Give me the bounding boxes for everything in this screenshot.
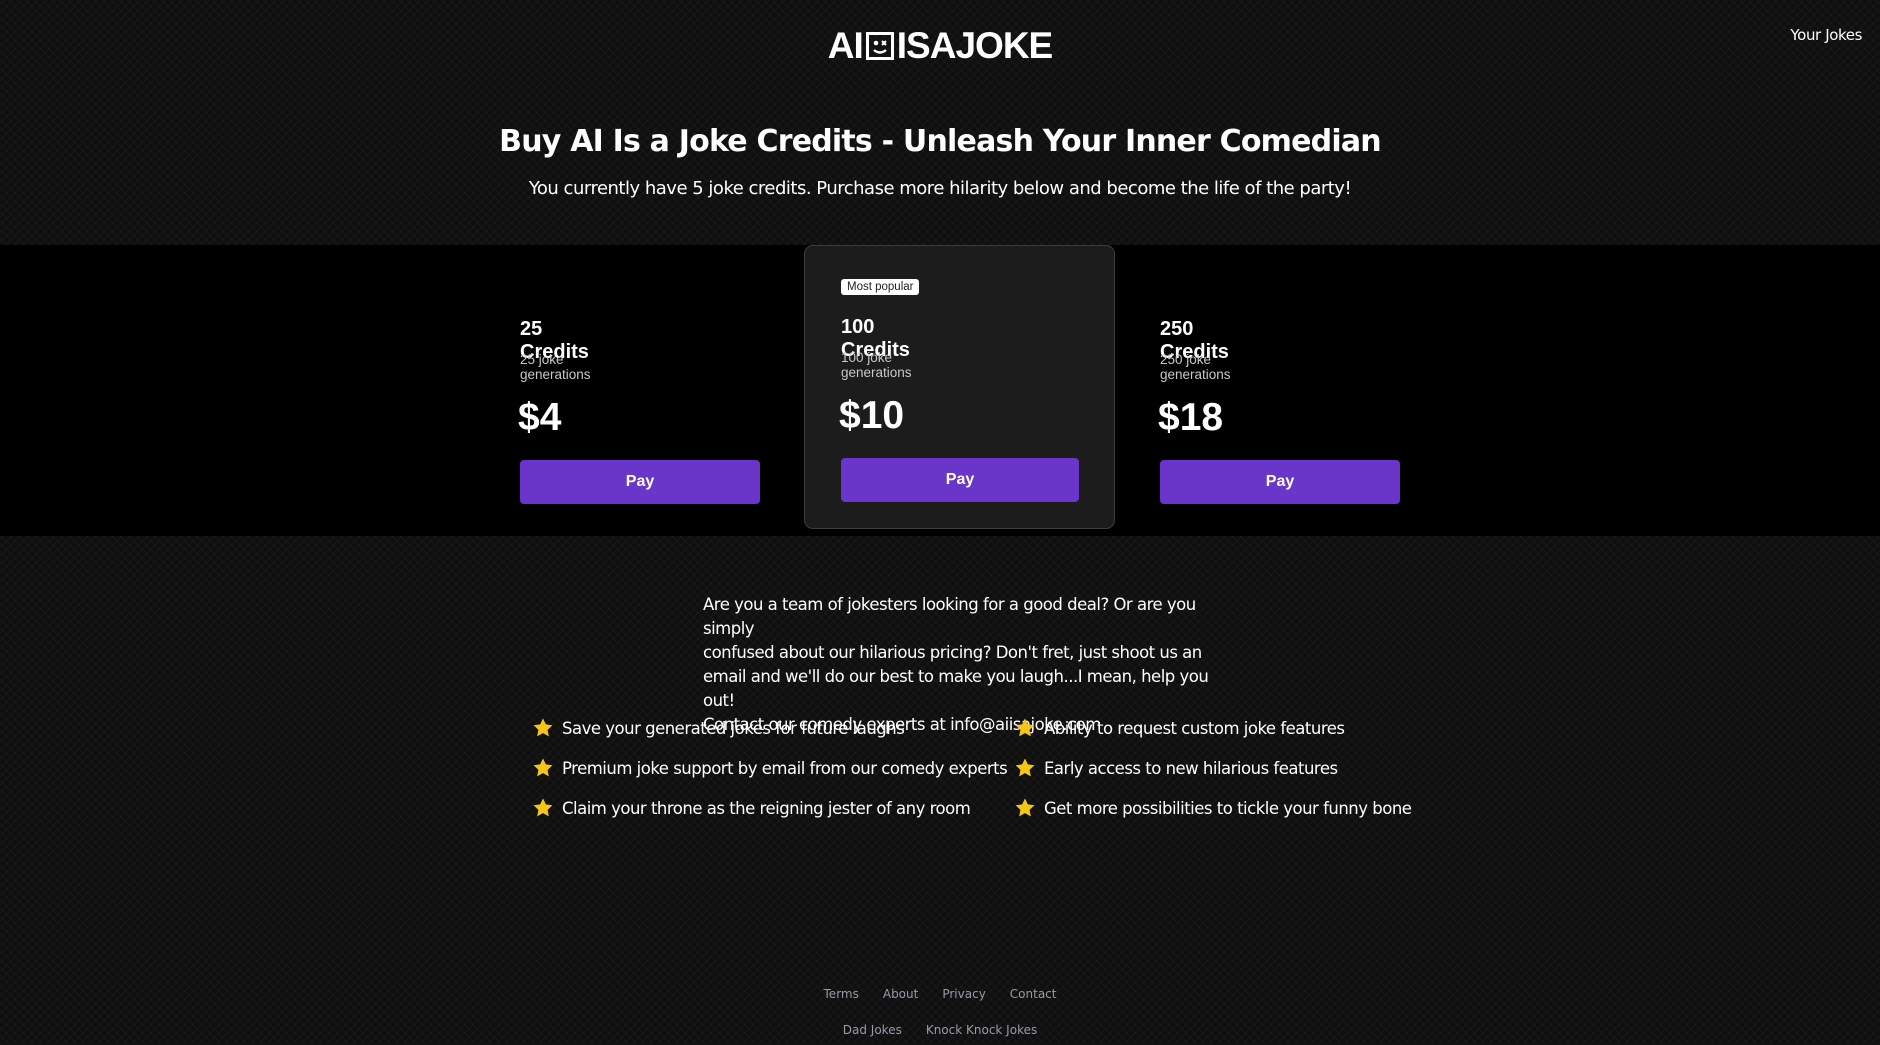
feature-text: Claim your throne as the reigning jester… <box>562 798 971 818</box>
feature-item: Claim your throne as the reigning jester… <box>532 788 1007 828</box>
logo-text-ai: AI <box>827 25 864 66</box>
feature-text: Premium joke support by email from our c… <box>562 758 1008 778</box>
feature-text: Ability to request custom joke features <box>1044 718 1345 738</box>
feature-item: Save your generated jokes for future lau… <box>532 708 1007 748</box>
plan-card-100: Most popular 100 Credits 100 joke genera… <box>804 245 1115 529</box>
plan-description: 250 joke generations <box>1160 352 1231 382</box>
feature-item: Premium joke support by email from our c… <box>532 748 1008 788</box>
feature-text: Early access to new hilarious features <box>1044 758 1338 778</box>
star-icon <box>1015 758 1035 777</box>
nav-your-jokes[interactable]: Your Jokes <box>1790 26 1862 44</box>
footer-link-contact[interactable]: Contact <box>1010 987 1057 1001</box>
features-right-column: Ability to request custom joke features … <box>1014 708 1412 828</box>
plan-price: $4 <box>518 396 562 439</box>
footer-link-terms[interactable]: Terms <box>824 987 859 1001</box>
star-icon <box>1015 798 1035 817</box>
site-logo[interactable]: AI ISAJOKE <box>0 25 1880 66</box>
contact-line: email and we'll do our best to make you … <box>703 667 1209 710</box>
feature-item: Ability to request custom joke features <box>1014 708 1411 748</box>
plan-description: 25 joke generations <box>520 352 591 382</box>
star-icon <box>533 758 553 777</box>
footer-link-knock-knock-jokes[interactable]: Knock Knock Jokes <box>926 1023 1037 1037</box>
contact-line: Are you a team of jokesters looking for … <box>703 595 1196 638</box>
footer-link-privacy[interactable]: Privacy <box>942 987 985 1001</box>
page-title: Buy AI Is a Joke Credits - Unleash Your … <box>499 124 1381 159</box>
footer-link-dad-jokes[interactable]: Dad Jokes <box>843 1023 902 1037</box>
smiley-face-icon <box>865 32 894 60</box>
pay-button-25[interactable]: Pay <box>520 460 760 504</box>
plan-description: 100 joke generations <box>841 350 912 380</box>
credits-subtitle: You currently have 5 joke credits. Purch… <box>528 178 1352 199</box>
footer-link-about[interactable]: About <box>883 987 918 1001</box>
plan-price: $18 <box>1158 396 1224 439</box>
plan-price: $10 <box>839 394 905 437</box>
pay-button-250[interactable]: Pay <box>1160 460 1400 504</box>
star-icon <box>533 718 553 737</box>
logo-text-isajoke: ISAJOKE <box>896 25 1053 66</box>
star-icon <box>533 798 553 817</box>
feature-item: Get more possibilities to tickle your fu… <box>1014 788 1412 828</box>
footer-links-primary: Terms About Privacy Contact <box>0 987 1880 1001</box>
pay-button-100[interactable]: Pay <box>841 458 1079 502</box>
feature-text: Get more possibilities to tickle your fu… <box>1044 798 1412 818</box>
feature-text: Save your generated jokes for future lau… <box>562 718 905 738</box>
feature-item: Early access to new hilarious features <box>1014 748 1411 788</box>
most-popular-badge: Most popular <box>841 279 920 295</box>
contact-line: confused about our hilarious pricing? Do… <box>703 643 1202 662</box>
star-icon <box>1015 718 1035 737</box>
footer-links-secondary: Dad Jokes Knock Knock Jokes <box>0 1023 1880 1037</box>
features-left-column: Save your generated jokes for future lau… <box>532 708 1008 828</box>
